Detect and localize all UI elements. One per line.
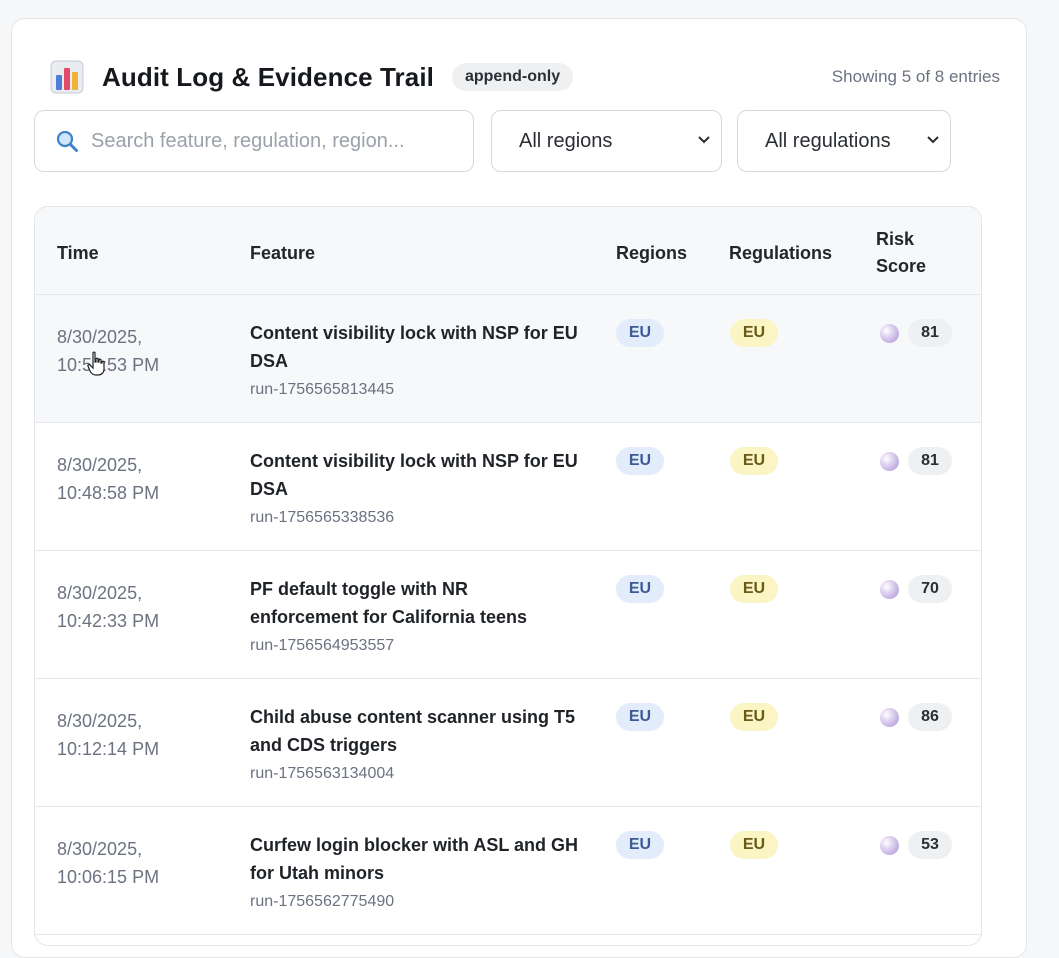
table-row[interactable]: 8/30/2025, 10:56:53 PM Content visibilit…: [35, 295, 981, 423]
run-id: run-1756564953557: [250, 637, 395, 654]
hand-cursor-icon: [87, 351, 105, 376]
bar-chart-icon: [50, 60, 84, 94]
column-header-risk[interactable]: Risk: [876, 229, 914, 250]
feature-title: Child abuse content scanner using T5 and…: [250, 707, 576, 755]
table-row[interactable]: 8/30/2025, 10:06:15 PM Curfew login bloc…: [35, 807, 981, 935]
regulation-chip: EU: [730, 831, 778, 859]
risk-score: 70: [908, 575, 952, 603]
chevron-down-icon: [927, 136, 939, 144]
search-input[interactable]: [91, 129, 451, 153]
audit-table: Time Feature Regions Regulations Risk Sc…: [34, 206, 982, 946]
column-header-time[interactable]: Time: [57, 243, 99, 264]
risk-score: 86: [908, 703, 952, 731]
risk-dot-icon: [880, 452, 899, 471]
risk-dot-icon: [880, 324, 899, 343]
chevron-down-icon: [698, 136, 710, 144]
run-id: run-1756565813445: [250, 381, 395, 398]
region-chip: EU: [616, 703, 664, 731]
entry-count: Showing 5 of 8 entries: [831, 67, 1000, 86]
column-header-score[interactable]: Score: [876, 256, 926, 277]
row-time: 8/30/2025, 10:12:14 PM: [57, 711, 160, 759]
page-title: Audit Log & Evidence Trail: [102, 61, 434, 92]
append-only-badge: append-only: [451, 63, 574, 91]
regulation-select[interactable]: All regulations: [737, 110, 951, 172]
table-row[interactable]: 8/30/2025, 10:12:14 PM Child abuse conte…: [35, 679, 981, 807]
row-time: 8/30/2025, 10:48:58 PM: [57, 455, 160, 503]
feature-title: Content visibility lock with NSP for EU …: [250, 451, 578, 499]
run-id: run-1756565338536: [250, 509, 395, 526]
risk-dot-icon: [880, 708, 899, 727]
risk-dot-icon: [880, 580, 899, 599]
header: Audit Log & Evidence Trail append-only S…: [50, 59, 1000, 95]
feature-title: Curfew login blocker with ASL and GH for…: [250, 835, 579, 883]
regulation-select-value: All regulations: [765, 129, 891, 152]
row-time: 8/30/2025, 10:06:15 PM: [57, 839, 160, 887]
regulation-chip: EU: [730, 319, 778, 347]
region-chip: EU: [616, 831, 664, 859]
regulation-chip: EU: [730, 447, 778, 475]
regulation-chip: EU: [730, 703, 778, 731]
feature-title: PF default toggle with NR enforcement fo…: [250, 579, 528, 627]
row-feature: Child abuse content scanner using T5 and…: [250, 703, 580, 783]
row-time: 8/30/2025, 10:56:53 PM: [57, 327, 160, 375]
risk-dot-icon: [880, 836, 899, 855]
feature-title: Content visibility lock with NSP for EU …: [250, 323, 578, 371]
risk-score: 81: [908, 319, 952, 347]
region-chip: EU: [616, 575, 664, 603]
search-box[interactable]: [34, 110, 474, 172]
table-row[interactable]: 8/30/2025, 10:48:58 PM Content visibilit…: [35, 423, 981, 551]
row-time: 8/30/2025, 10:42:33 PM: [57, 583, 160, 631]
row-feature: Content visibility lock with NSP for EU …: [250, 319, 580, 399]
table-row[interactable]: 8/30/2025, 10:42:33 PM PF default toggle…: [35, 551, 981, 679]
region-chip: EU: [616, 447, 664, 475]
row-feature: PF default toggle with NR enforcement fo…: [250, 575, 580, 655]
region-chip: EU: [616, 319, 664, 347]
table-header: Time Feature Regions Regulations Risk Sc…: [35, 207, 981, 295]
magnifier-icon: [56, 130, 78, 152]
region-select[interactable]: All regions: [491, 110, 722, 172]
run-id: run-1756562775490: [250, 893, 395, 910]
region-select-value: All regions: [519, 129, 613, 152]
column-header-feature[interactable]: Feature: [250, 243, 315, 264]
column-header-regulations[interactable]: Regulations: [729, 243, 832, 264]
risk-score: 81: [908, 447, 952, 475]
column-header-regions[interactable]: Regions: [616, 243, 687, 264]
row-feature: Content visibility lock with NSP for EU …: [250, 447, 580, 527]
row-feature: Curfew login blocker with ASL and GH for…: [250, 831, 580, 911]
run-id: run-1756563134004: [250, 765, 395, 782]
regulation-chip: EU: [730, 575, 778, 603]
risk-score: 53: [908, 831, 952, 859]
